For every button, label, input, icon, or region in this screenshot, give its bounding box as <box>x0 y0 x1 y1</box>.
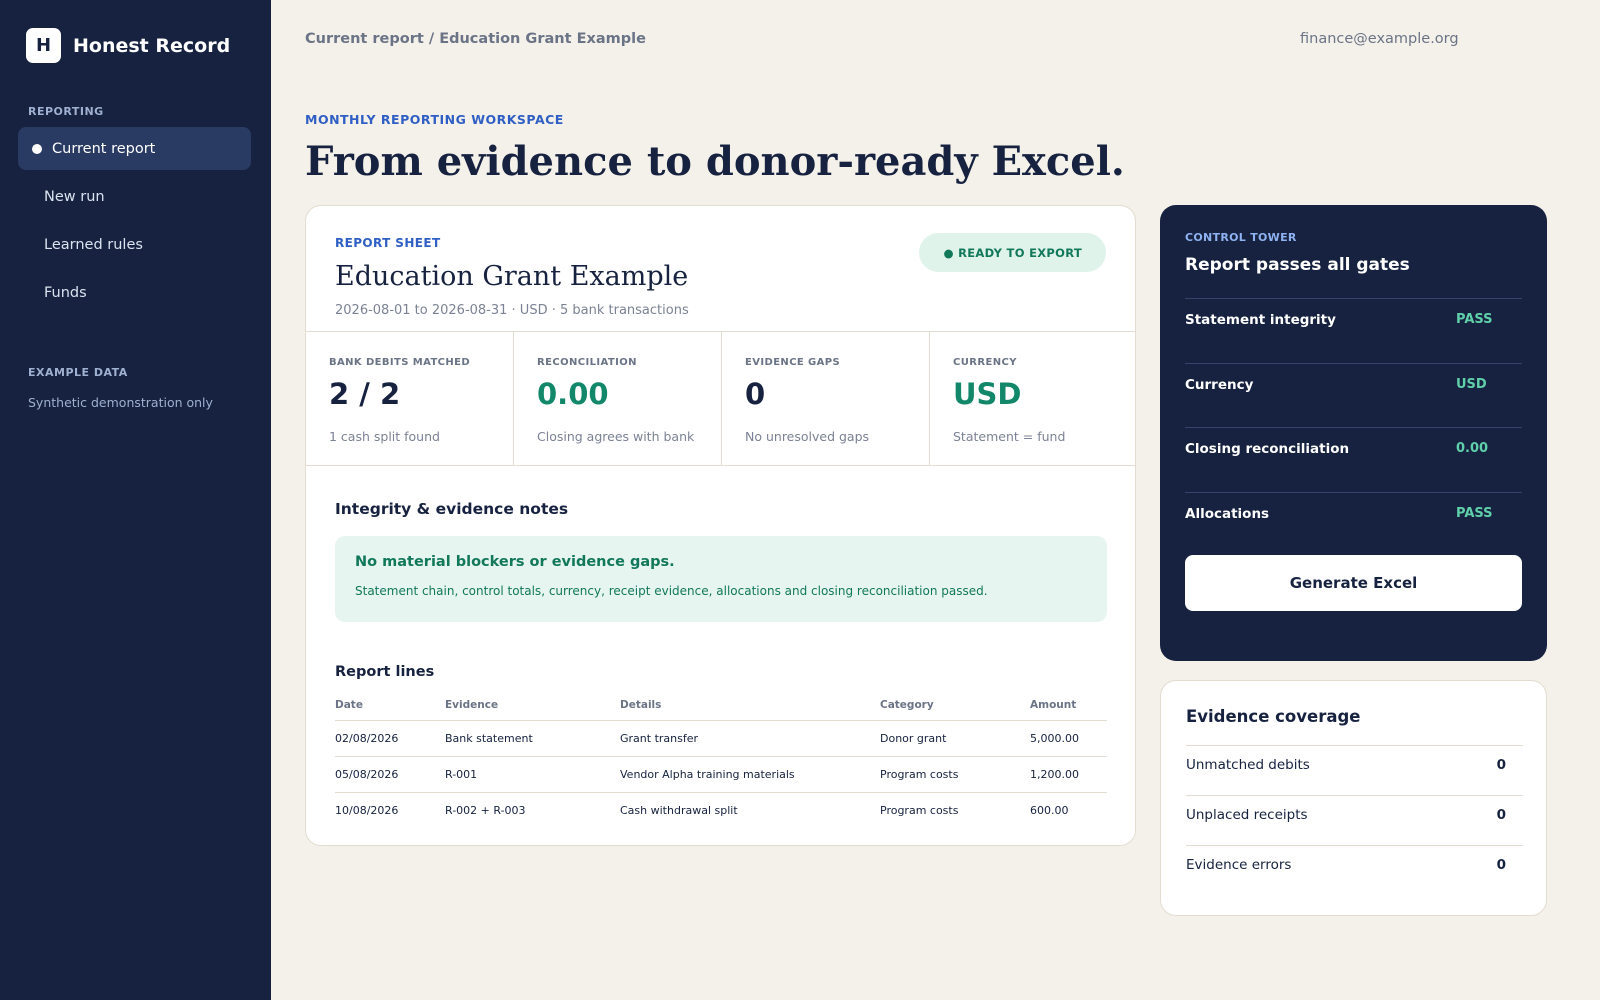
metric-value: 0.00 <box>537 377 609 411</box>
column-header-category[interactable]: Category <box>880 690 1030 721</box>
sidebar-item-label: Learned rules <box>44 236 143 253</box>
coverage-value: 0 <box>1496 857 1506 873</box>
cell-details: Vendor Alpha training materials <box>620 756 880 793</box>
gate-row-allocations: Allocations PASS <box>1185 492 1522 557</box>
metric-note: No unresolved gaps <box>745 429 870 444</box>
metric-note: 1 cash split found <box>329 429 440 444</box>
metric-label: RECONCILIATION <box>537 357 637 368</box>
metric-currency: CURRENCY USD Statement = fund <box>930 332 1135 465</box>
metric-value: 2 / 2 <box>329 377 401 411</box>
sidebar-item-label: Current report <box>52 140 156 157</box>
notes-heading: Integrity & evidence notes <box>335 500 569 518</box>
sidebar-item-current-report[interactable]: Current report <box>18 127 251 170</box>
sidebar-item-label: Funds <box>44 284 87 301</box>
gate-label: Allocations <box>1185 506 1270 522</box>
section-reporting-label: REPORTING <box>28 105 104 118</box>
coverage-label: Unplaced receipts <box>1186 807 1308 823</box>
metric-value: USD <box>953 377 1022 411</box>
sidebar-item-learned-rules[interactable]: Learned rules <box>18 223 251 266</box>
cell-evidence: R-002 + R-003 <box>445 803 526 817</box>
table-header-row: Date Evidence Details Category Amount <box>335 690 1107 721</box>
report-lines-table: Date Evidence Details Category Amount 02… <box>335 690 1107 828</box>
coverage-row-unplaced-receipts: Unplaced receipts 0 <box>1186 795 1523 845</box>
brand[interactable]: H Honest Record <box>26 28 230 63</box>
gate-label: Closing reconciliation <box>1185 441 1350 457</box>
table-row[interactable]: 02/08/2026 Bank statement Grant transfer… <box>335 720 1107 757</box>
cell-evidence: Bank statement <box>445 720 620 757</box>
column-header-details[interactable]: Details <box>620 690 880 721</box>
cell-date: 10/08/2026 <box>335 803 399 817</box>
page-eyebrow: MONTHLY REPORTING WORKSPACE <box>305 112 564 127</box>
control-tower-title: Report passes all gates <box>1185 255 1410 275</box>
metric-value: 0 <box>745 377 766 411</box>
user-email[interactable]: finance@example.org <box>1300 31 1459 47</box>
cell-category: Program costs <box>880 756 1030 793</box>
gate-value: USD <box>1456 377 1487 392</box>
metric-label: EVIDENCE GAPS <box>745 357 841 368</box>
cell-date: 02/08/2026 <box>335 720 445 757</box>
sidebar-item-funds[interactable]: Funds <box>18 271 251 314</box>
column-header-date[interactable]: Date <box>335 690 445 721</box>
gate-value: PASS <box>1456 506 1493 521</box>
control-tower-card: CONTROL TOWER Report passes all gates St… <box>1160 205 1547 661</box>
coverage-label: Unmatched debits <box>1186 757 1310 773</box>
metric-label: CURRENCY <box>953 357 1017 368</box>
cell-amount: 1,200.00 <box>1030 756 1107 793</box>
metric-note: Statement = fund <box>953 429 1066 444</box>
table-row[interactable]: 10/08/2026 R-002 + R-003 Cash withdrawal… <box>335 792 1107 828</box>
column-header-evidence[interactable]: Evidence <box>445 690 620 721</box>
evidence-coverage-title: Evidence coverage <box>1186 707 1361 726</box>
page-title: From evidence to donor-ready Excel. <box>305 138 1125 185</box>
metric-evidence-gaps: EVIDENCE GAPS 0 No unresolved gaps <box>722 332 930 465</box>
cell-category: Donor grant <box>880 720 1030 757</box>
example-note: Synthetic demonstration only <box>28 395 213 410</box>
gate-value: PASS <box>1456 312 1493 327</box>
generate-excel-button[interactable]: Generate Excel <box>1185 555 1522 611</box>
report-sheet-label: REPORT SHEET <box>335 236 441 250</box>
metric-reconciliation: RECONCILIATION 0.00 Closing agrees with … <box>514 332 722 465</box>
coverage-label: Evidence errors <box>1186 857 1292 873</box>
cell-date: 05/08/2026 <box>335 756 445 793</box>
breadcrumb[interactable]: Current report / Education Grant Example <box>305 31 646 47</box>
cell-category: Program costs <box>880 803 959 817</box>
cell-details: Cash withdrawal split <box>620 803 738 817</box>
metric-bank-debits: BANK DEBITS MATCHED 2 / 2 1 cash split f… <box>306 332 514 465</box>
sidebar-item-label: New run <box>44 188 105 205</box>
notes-callout-title: No material blockers or evidence gaps. <box>355 554 675 570</box>
gate-row-closing-reconciliation: Closing reconciliation 0.00 <box>1185 427 1522 492</box>
notes-callout: No material blockers or evidence gaps. S… <box>335 536 1107 622</box>
cell-amount: 600.00 <box>1030 803 1069 817</box>
table-row[interactable]: 05/08/2026 R-001 Vendor Alpha training m… <box>335 756 1107 793</box>
coverage-value: 0 <box>1496 757 1506 773</box>
logo-icon: H <box>26 28 61 63</box>
gate-label: Currency <box>1185 377 1254 393</box>
gate-label: Statement integrity <box>1185 312 1336 328</box>
cell-evidence: R-001 <box>445 756 620 793</box>
sidebar-item-new-run[interactable]: New run <box>18 175 251 218</box>
coverage-value: 0 <box>1496 807 1506 823</box>
gate-value: 0.00 <box>1456 441 1489 456</box>
control-tower-label: CONTROL TOWER <box>1185 231 1297 244</box>
notes-callout-text: Statement chain, control totals, currenc… <box>355 584 988 598</box>
coverage-row-unmatched-debits: Unmatched debits 0 <box>1186 745 1523 795</box>
sidebar: H Honest Record REPORTING Current report… <box>0 0 271 1000</box>
section-example-label: EXAMPLE DATA <box>28 366 128 379</box>
status-badge: ● READY TO EXPORT <box>919 233 1106 272</box>
cell-amount: 5,000.00 <box>1030 720 1107 757</box>
report-sheet-card: REPORT SHEET Education Grant Example 202… <box>305 205 1136 846</box>
evidence-coverage-card: Evidence coverage Unmatched debits 0 Unp… <box>1160 680 1547 916</box>
metric-note: Closing agrees with bank <box>537 429 695 444</box>
app-name: Honest Record <box>73 34 231 57</box>
metric-label: BANK DEBITS MATCHED <box>329 357 471 368</box>
gate-row-statement-integrity: Statement integrity PASS <box>1185 298 1522 363</box>
report-lines-heading: Report lines <box>335 664 435 680</box>
gate-row-currency: Currency USD <box>1185 363 1522 428</box>
metrics-row: BANK DEBITS MATCHED 2 / 2 1 cash split f… <box>306 331 1135 466</box>
report-title: Education Grant Example <box>335 261 689 292</box>
active-dot-icon <box>32 143 42 154</box>
column-header-amount[interactable]: Amount <box>1030 690 1107 721</box>
cell-details: Grant transfer <box>620 720 880 757</box>
report-subtitle: 2026-08-01 to 2026-08-31 · USD · 5 bank … <box>335 303 689 318</box>
coverage-row-evidence-errors: Evidence errors 0 <box>1186 845 1523 895</box>
